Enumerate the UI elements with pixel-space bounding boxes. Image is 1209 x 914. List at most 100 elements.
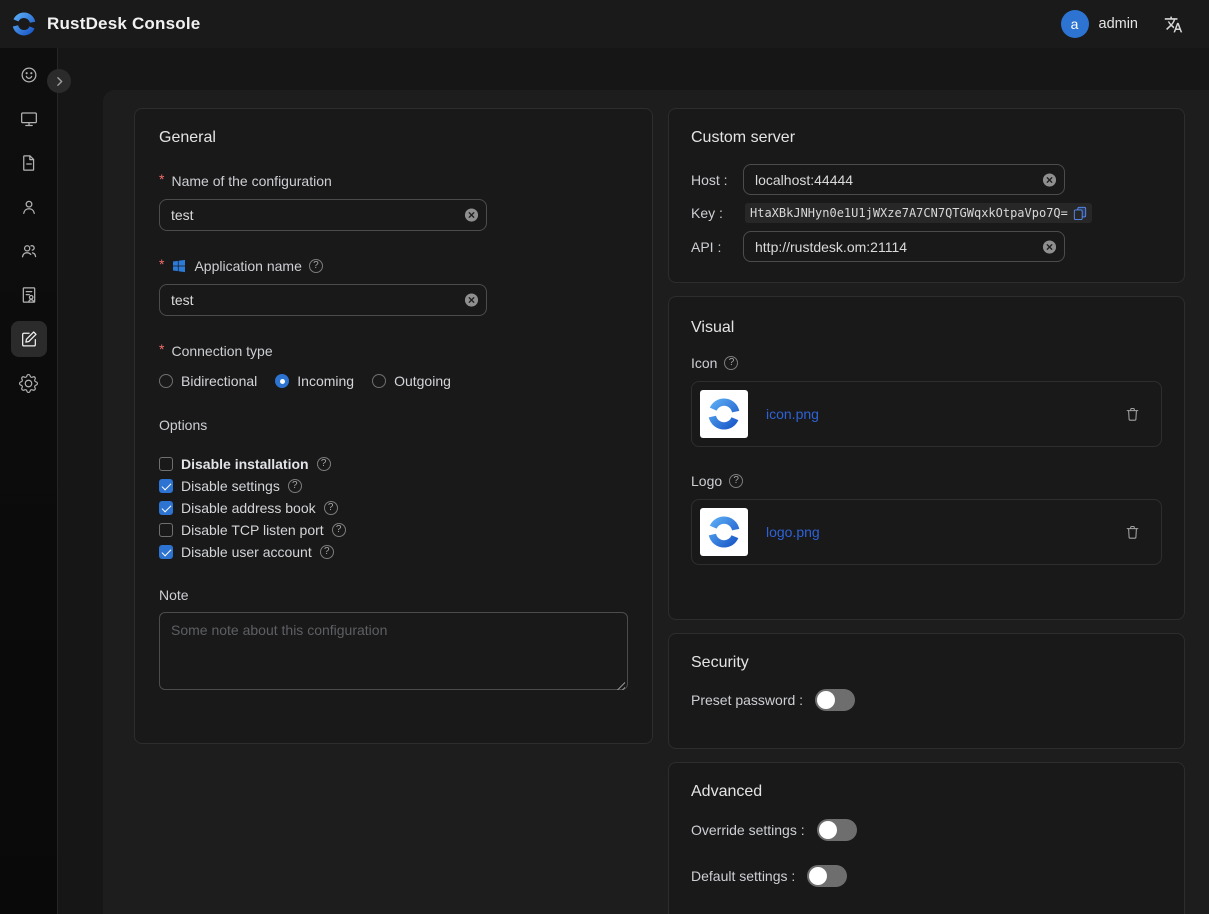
host-row: Host : — [691, 164, 1162, 195]
checkbox-box-icon — [159, 457, 173, 471]
radio-incoming[interactable]: Incoming — [275, 373, 354, 389]
note-label: Note — [159, 587, 628, 603]
default-settings-toggle[interactable] — [807, 865, 847, 887]
general-card: General * Name of the configuration * Ap… — [134, 108, 653, 744]
right-column: Custom server Host : Key : HtaXBkJNHyn0e… — [668, 108, 1185, 914]
checkbox-disable-address-book[interactable]: Disable address book? — [159, 497, 628, 519]
security-card: Security Preset password : — [668, 633, 1185, 749]
help-icon[interactable]: ? — [729, 474, 743, 488]
checkbox-disable-installation[interactable]: Disable installation? — [159, 453, 628, 475]
sidebar-item-audit-log[interactable] — [0, 273, 57, 317]
user-icon — [11, 189, 47, 225]
edit-icon — [11, 321, 47, 357]
checkbox-disable-user-account[interactable]: Disable user account? — [159, 541, 628, 563]
advanced-title: Advanced — [691, 783, 1162, 801]
translate-icon[interactable] — [1164, 15, 1183, 34]
content-page: General * Name of the configuration * Ap… — [103, 90, 1209, 914]
sidebar-expand-button[interactable] — [47, 69, 71, 93]
help-icon[interactable]: ? — [309, 259, 323, 273]
general-title: General — [159, 129, 628, 147]
api-input[interactable] — [743, 231, 1065, 262]
checkbox-box-icon — [159, 479, 173, 493]
custom-server-title: Custom server — [691, 129, 1162, 147]
windows-icon — [171, 258, 187, 274]
rustdesk-logo-icon — [10, 10, 38, 38]
clear-icon[interactable] — [464, 293, 479, 308]
advanced-card: Advanced Override settings : Default set… — [668, 762, 1185, 914]
connection-type-group: Bidirectional Incoming Outgoing — [159, 373, 628, 389]
checkbox-label: Disable installation — [181, 456, 309, 472]
sidebar-item-group[interactable] — [0, 229, 57, 273]
copy-icon[interactable] — [1073, 206, 1087, 220]
options-label: Options — [159, 417, 628, 433]
override-settings-row: Override settings : — [691, 818, 1162, 842]
preset-password-label: Preset password : — [691, 692, 803, 708]
key-row: Key : HtaXBkJNHyn0e1U1jWXze7A7CN7QTGWqxk… — [691, 203, 1162, 223]
monitor-icon — [11, 101, 47, 137]
clear-icon[interactable] — [464, 208, 479, 223]
preset-password-toggle[interactable] — [815, 689, 855, 711]
help-icon[interactable]: ? — [724, 356, 738, 370]
config-name-label: Name of the configuration — [171, 173, 331, 189]
clear-icon[interactable] — [1042, 172, 1057, 187]
clear-icon[interactable] — [1042, 239, 1057, 254]
sidebar-item-edit[interactable] — [0, 317, 57, 361]
icon-filename-link[interactable]: icon.png — [766, 406, 1124, 422]
radio-outgoing[interactable]: Outgoing — [372, 373, 451, 389]
header-right: a admin — [1061, 10, 1184, 38]
checkbox-disable-settings[interactable]: Disable settings? — [159, 475, 628, 497]
security-title: Security — [691, 654, 1162, 672]
sidebar-item-user[interactable] — [0, 185, 57, 229]
default-settings-label: Default settings : — [691, 868, 795, 884]
checkbox-box-icon — [159, 545, 173, 559]
visual-card: Visual Icon ? icon.png — [668, 296, 1185, 620]
checkbox-label: Disable settings — [181, 478, 280, 494]
radio-label: Incoming — [297, 373, 354, 389]
help-icon[interactable]: ? — [332, 523, 346, 537]
logo-filename-link[interactable]: logo.png — [766, 524, 1124, 540]
radio-circle-icon — [159, 374, 173, 388]
group-icon — [11, 233, 47, 269]
config-name-input[interactable] — [159, 199, 487, 231]
avatar[interactable]: a — [1061, 10, 1089, 38]
radio-circle-icon — [275, 374, 289, 388]
key-value-chip: HtaXBkJNHyn0e1U1jWXze7A7CN7QTGWqxkOtpaVp… — [745, 203, 1092, 223]
radio-bidirectional[interactable]: Bidirectional — [159, 373, 257, 389]
audit-log-icon — [11, 277, 47, 313]
note-field — [159, 612, 628, 695]
radio-label: Bidirectional — [181, 373, 257, 389]
icon-label-row: Icon ? — [691, 355, 1162, 371]
icon-thumbnail — [700, 390, 748, 438]
trash-icon[interactable] — [1124, 524, 1141, 541]
main-area: General * Name of the configuration * Ap… — [58, 48, 1209, 914]
document-icon — [11, 145, 47, 181]
config-name-field — [159, 199, 487, 231]
app-name-input[interactable] — [159, 284, 487, 316]
default-settings-row: Default settings : — [691, 864, 1162, 888]
trash-icon[interactable] — [1124, 406, 1141, 423]
sidebar — [0, 48, 58, 914]
settings-icon — [11, 365, 47, 401]
checkbox-disable-tcp-listen-port[interactable]: Disable TCP listen port? — [159, 519, 628, 541]
sidebar-item-monitor[interactable] — [0, 97, 57, 141]
checkbox-box-icon — [159, 523, 173, 537]
connection-type-label-row: * Connection type — [159, 343, 628, 359]
brand: RustDesk Console — [10, 10, 200, 38]
logo-label-row: Logo ? — [691, 473, 1162, 489]
help-icon[interactable]: ? — [317, 457, 331, 471]
override-settings-toggle[interactable] — [817, 819, 857, 841]
logo-file-row: logo.png — [691, 499, 1162, 565]
sidebar-item-document[interactable] — [0, 141, 57, 185]
help-icon[interactable]: ? — [324, 501, 338, 515]
help-icon[interactable]: ? — [288, 479, 302, 493]
app-header: RustDesk Console a admin — [0, 0, 1209, 48]
required-asterisk: * — [159, 172, 164, 186]
sidebar-item-settings[interactable] — [0, 361, 57, 405]
icon-file-row: icon.png — [691, 381, 1162, 447]
note-textarea[interactable] — [159, 612, 628, 690]
api-label: API : — [691, 239, 743, 255]
host-label: Host : — [691, 172, 743, 188]
help-icon[interactable]: ? — [320, 545, 334, 559]
user-name[interactable]: admin — [1099, 16, 1139, 32]
host-input[interactable] — [743, 164, 1065, 195]
